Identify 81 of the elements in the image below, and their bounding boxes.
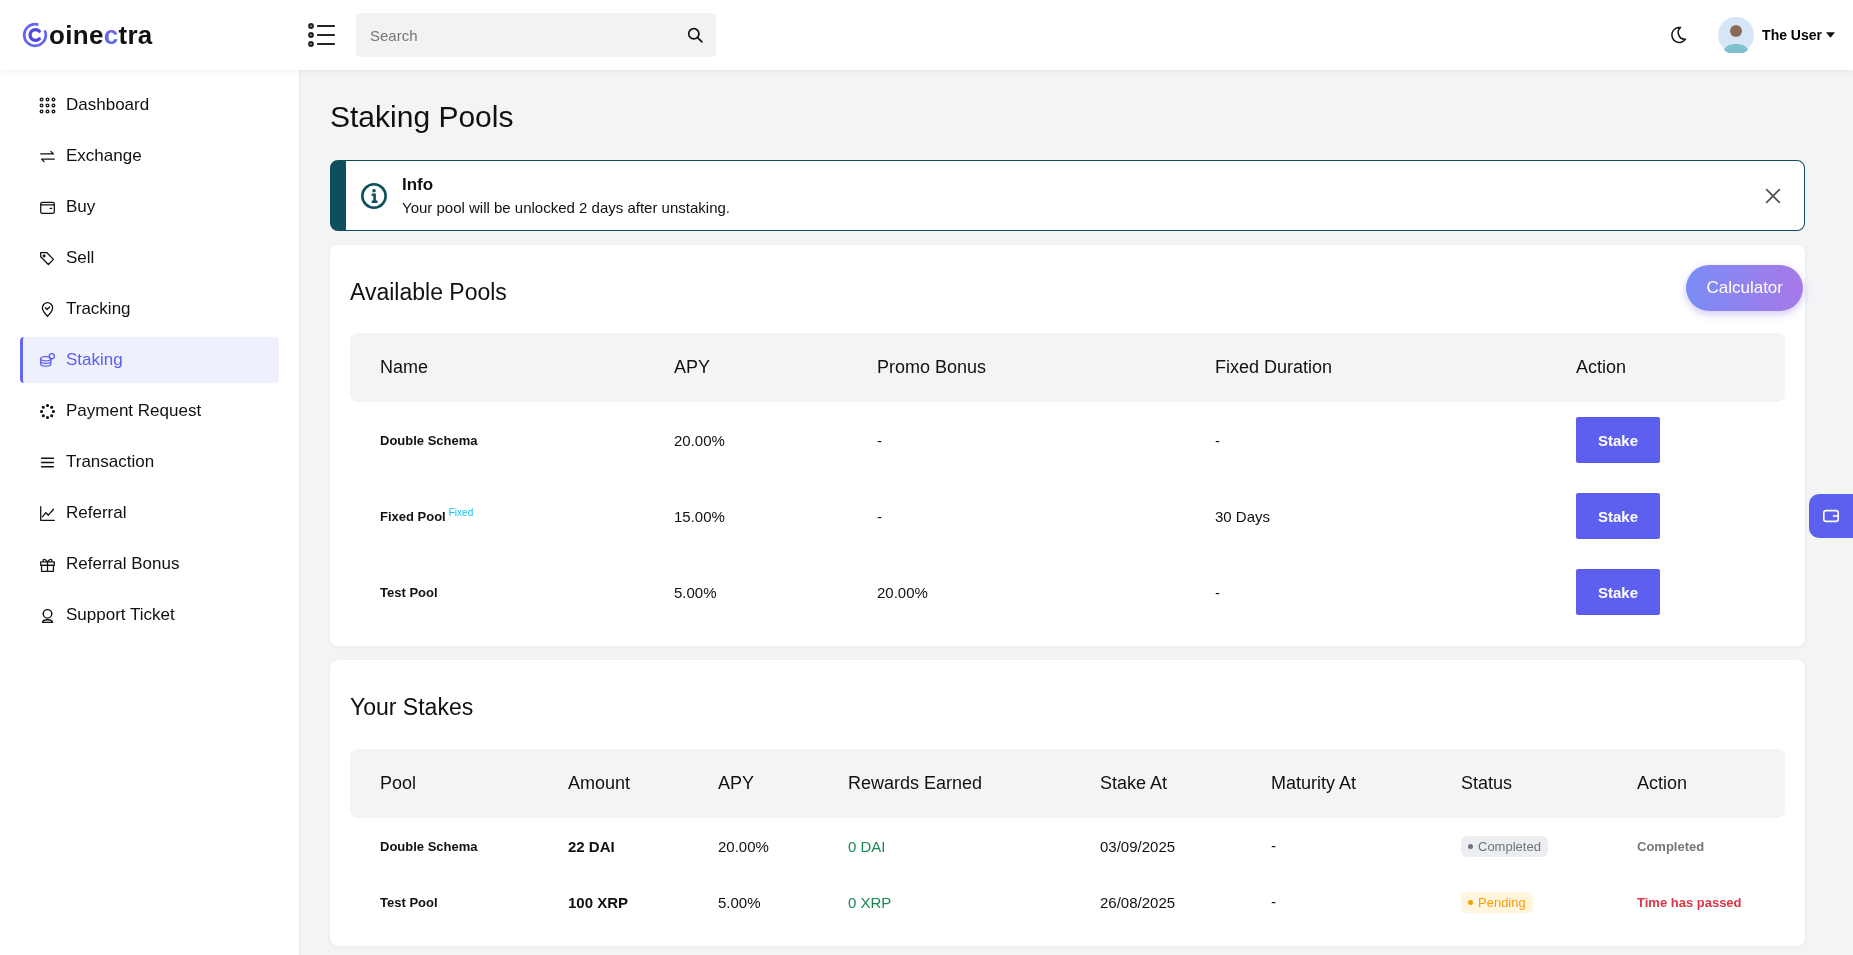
column-header: Amount	[568, 773, 632, 794]
nav-icon	[39, 300, 56, 318]
sidebar-item[interactable]: Buy	[20, 184, 279, 230]
sidebar-item[interactable]: Dashboard	[20, 82, 279, 128]
table-cell-text: 20.00%	[718, 837, 770, 855]
close-icon[interactable]	[1764, 186, 1782, 205]
table-cell-text: 15.00%	[674, 507, 726, 525]
nav-icon	[39, 96, 56, 114]
nav-icon	[39, 249, 56, 267]
column-header: Name	[380, 357, 429, 378]
table-cell-text: -	[1215, 431, 1221, 449]
user-menu[interactable]: The User	[1762, 23, 1835, 47]
table-cell-text: -	[1215, 583, 1221, 601]
sidebar-item[interactable]: Support Ticket	[20, 592, 279, 638]
column-header: Action	[1576, 357, 1628, 378]
table-cell-text: 5.00%	[718, 893, 762, 911]
search-icon[interactable]	[687, 26, 704, 44]
search-field[interactable]: Search	[356, 13, 716, 57]
action-text: Time has passed	[1637, 894, 1743, 910]
sidebar-item[interactable]: Sell	[20, 235, 279, 281]
menu-icon[interactable]	[308, 23, 336, 47]
nav-icon	[39, 606, 56, 624]
avatar[interactable]	[1718, 17, 1755, 53]
column-header: Rewards Earned	[848, 773, 984, 794]
table-cell-text: 20.00%	[674, 431, 726, 449]
moon-icon[interactable]	[1668, 25, 1689, 45]
sidebar-item[interactable]: Payment Request	[20, 388, 279, 434]
card-title: Your Stakes	[350, 694, 474, 721]
sidebar-item[interactable]: Staking	[20, 337, 279, 383]
sidebar-item[interactable]: Tracking	[20, 286, 279, 332]
column-header: Promo Bonus	[877, 357, 988, 378]
table-cell-text: -	[877, 431, 883, 449]
table-cell-text: 03/09/2025	[1100, 837, 1177, 855]
column-header: Stake At	[1100, 773, 1169, 794]
table-cell-text: Double Schema	[380, 838, 479, 854]
sidebar-item[interactable]: Referral	[20, 490, 279, 536]
nav-icon	[39, 402, 56, 420]
table-cell-text: Test Pool	[380, 894, 439, 910]
column-header: Maturity At	[1271, 773, 1358, 794]
table-cell-text: -	[877, 507, 883, 525]
column-header: Fixed Duration	[1215, 357, 1334, 378]
column-header: Status	[1461, 773, 1514, 794]
column-header: Action	[1637, 773, 1689, 794]
table-cell-text: 20.00%	[877, 583, 929, 601]
table-cell-text: Double Schema	[380, 432, 479, 448]
status-badge: Pending	[1461, 892, 1533, 913]
table-cell-text: 26/08/2025	[1100, 893, 1177, 911]
action-text: Completed	[1637, 838, 1706, 854]
status-badge: Completed	[1461, 836, 1548, 857]
alert-title: Info	[402, 175, 435, 195]
table-cell-text: 30 Days	[1215, 507, 1272, 525]
column-header: APY	[718, 773, 756, 794]
brand-name: oinectra	[49, 19, 153, 51]
logo-mark-icon	[22, 22, 48, 48]
alert-message: Your pool will be unlocked 2 days after unstaking.	[402, 199, 731, 216]
column-header: Pool	[380, 773, 418, 794]
column-header: APY	[674, 357, 712, 378]
table-cell: -	[1271, 837, 1276, 854]
table-cell-text: 5.00%	[674, 583, 718, 601]
table-cell-text: Test Pool	[380, 584, 439, 600]
nav-icon	[39, 351, 56, 369]
table-cell-text: 0 XRP	[848, 893, 893, 911]
sidebar-item[interactable]: Transaction	[20, 439, 279, 485]
table-cell-text: 0 DAI	[848, 837, 887, 855]
card-title: Available Pools	[350, 279, 507, 306]
table-cell: -	[1271, 893, 1276, 910]
page-title: Staking Pools	[330, 100, 515, 134]
stake-button[interactable]: Stake	[1576, 417, 1660, 463]
nav-icon	[39, 504, 56, 522]
wallet-icon	[1822, 507, 1840, 525]
table-cell-text: Fixed Pool $^{Fixed}$	[380, 507, 475, 525]
info-icon	[360, 181, 388, 210]
table-cell-text: 100 XRP	[568, 893, 630, 911]
caret-icon	[1826, 32, 1835, 38]
stake-button[interactable]: Stake	[1576, 569, 1660, 615]
stake-button[interactable]: Stake	[1576, 493, 1660, 539]
sidebar-item[interactable]: Referral Bonus	[20, 541, 279, 587]
search-input[interactable]: Search	[368, 25, 687, 45]
table-cell-text: 22 DAI	[568, 837, 616, 855]
sidebar-item[interactable]: Exchange	[20, 133, 279, 179]
wallet-button[interactable]	[1809, 494, 1853, 538]
